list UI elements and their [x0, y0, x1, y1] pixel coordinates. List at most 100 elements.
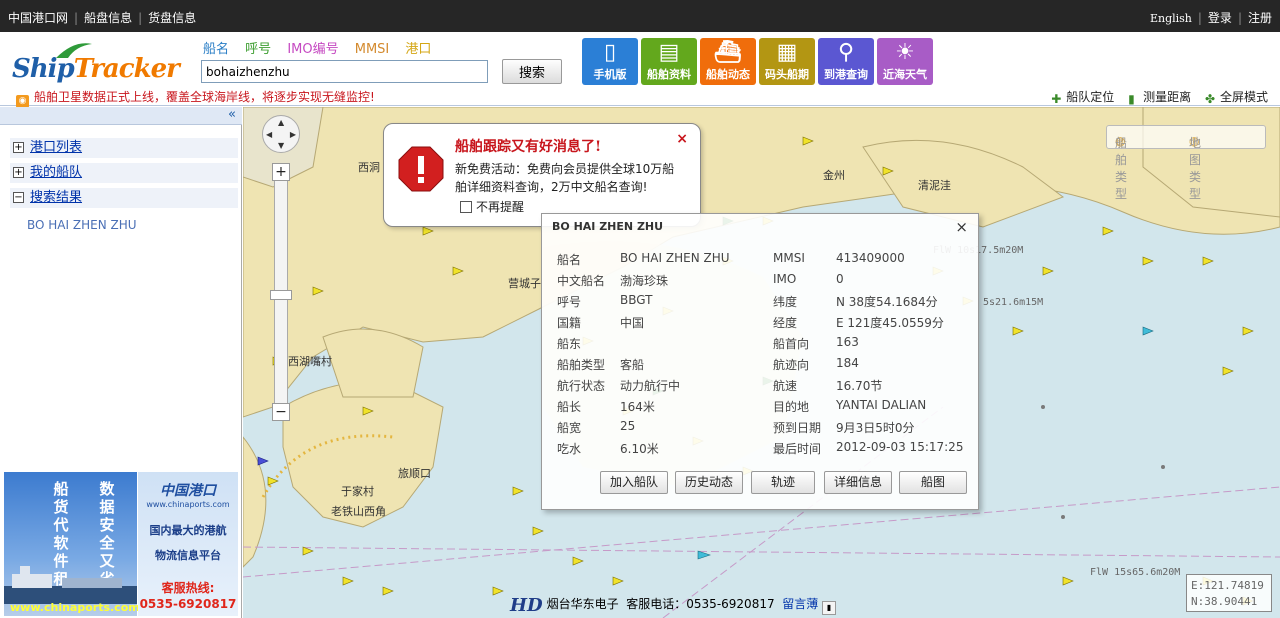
ship-field-label: 纬度	[773, 295, 798, 309]
notice-banner[interactable]: ◉ 船舶卫星数据正式上线，覆盖全球海岸线，将逐步实现无缝监控!	[16, 88, 375, 108]
logo-part1: Ship	[12, 54, 75, 84]
ship-field-label: 预到日期	[773, 421, 822, 435]
ship-field-label: 船宽	[557, 421, 582, 435]
ad-left-panel: 船货代软件租赁 数据安全又省钱 www.chinaports.com	[4, 472, 140, 616]
link-english[interactable]: English	[1150, 12, 1192, 25]
ship-info-close-icon[interactable]: ×	[955, 218, 968, 236]
zoom-control: ▲ ▼ ◀ ▶ + −	[258, 115, 304, 425]
ship-field-label: 船名	[557, 253, 582, 267]
coord-latitude: N:38.90441	[1191, 595, 1258, 608]
pan-control[interactable]: ▲ ▼ ◀ ▶	[262, 115, 300, 153]
ship-field-value: 9月3日5时0分	[836, 421, 915, 435]
ship-info-panel: BO HAI ZHEN ZHU × 船名 BO HAI ZHEN ZHU MMSI 4…	[541, 213, 979, 510]
ship-field-value: 客船	[620, 358, 645, 372]
ad-brand: 中国港口	[160, 483, 216, 499]
ship-field-value: 中国	[620, 316, 645, 330]
search-type-imo[interactable]: IMO编号	[287, 42, 338, 57]
ruler-icon: ▮	[1128, 92, 1135, 106]
tool-berth-schedule-button[interactable]: ▦ 码头船期	[759, 38, 815, 85]
search-result-item[interactable]: BO HAI ZHEN ZHU	[27, 218, 137, 232]
map-footer: HD 烟台华东电子 客服电话：0535-6920817 留言薄 ▮	[510, 595, 837, 616]
ad-site: www.chinaports.com	[146, 500, 230, 509]
popup-close-icon[interactable]: ×	[676, 131, 688, 147]
header: ShipTracker 船名 呼号 IMO编号 MMSI 港口 搜索 ▯手机版 …	[0, 32, 1280, 108]
ship-field-value: N 38度54.1684分	[836, 295, 938, 309]
search-input[interactable]	[201, 60, 488, 83]
tool-ship-dynamics-button[interactable]: ⛴ 船舶动态	[700, 38, 756, 85]
collapse-arrow-icon[interactable]: «	[228, 107, 236, 122]
search-type-callsign[interactable]: 呼号	[245, 42, 271, 57]
footer-company: 烟台华东电子	[546, 597, 619, 611]
ship-graphic-icon	[4, 566, 137, 604]
pan-up-icon[interactable]: ▲	[278, 118, 284, 127]
map-label: 营城子	[508, 277, 541, 290]
tool-mobile-button[interactable]: ▯ 手机版	[582, 38, 638, 85]
ship-field-label: 船首向	[773, 337, 810, 351]
puzzle-icon: ✤	[1204, 92, 1216, 106]
popup-body: 新免费活动：免费向会员提供全球10万船舶详细资料查询，2万中文船名查询!	[455, 162, 675, 194]
ad-line-2: 物流信息平台	[155, 549, 221, 562]
details-button[interactable]: 详细信息	[824, 471, 892, 494]
pan-down-icon[interactable]: ▼	[278, 141, 284, 150]
ship-icon: ⛴	[714, 40, 742, 65]
tree-item-port-list[interactable]: + 港口列表	[10, 138, 238, 158]
tool-weather-button[interactable]: ☀ 近海天气	[877, 38, 933, 85]
expand-icon[interactable]: +	[13, 142, 24, 153]
search-type-mmsi[interactable]: MMSI	[355, 42, 390, 57]
stats-icon[interactable]: ▮	[822, 601, 837, 615]
ship-field-label: 中文船名	[557, 274, 606, 288]
collapse-icon[interactable]: −	[13, 192, 24, 203]
popup-title: 船舶跟踪又有好消息了!	[455, 139, 602, 155]
ship-field-value: 2012-09-03 15:17:25	[836, 440, 964, 454]
search-type-shipname[interactable]: 船名	[203, 42, 229, 57]
map-label: 清泥洼	[918, 179, 951, 192]
ship-field-value: 413409000	[836, 251, 905, 265]
ship-field-label: 经度	[773, 316, 798, 330]
ship-field-label: 船东	[557, 337, 582, 351]
ship-field-value: 6.10米	[620, 442, 659, 456]
sidebar: « + 港口列表 + 我的船队 − 搜索结果 BO HAI ZHEN ZHU 船货代软…	[0, 107, 242, 618]
search-type-port[interactable]: 港口	[405, 42, 431, 57]
ad-line-3: 客服热线:	[161, 581, 215, 595]
guestbook-link[interactable]: 留言薄	[782, 597, 818, 611]
history-button[interactable]: 历史动态	[675, 471, 743, 494]
search-button[interactable]: 搜索	[502, 59, 562, 84]
link-ship-plate[interactable]: 船盘信息	[84, 11, 132, 25]
fullscreen-link[interactable]: ✤ 全屏模式	[1204, 90, 1268, 106]
ad-banner[interactable]: 船货代软件租赁 数据安全又省钱 www.chinaports.com 中国港口 …	[4, 472, 238, 616]
magnifier-icon: ⚲	[837, 40, 855, 65]
link-login[interactable]: 登录	[1208, 11, 1232, 25]
top-left-links: 中国港口网 | 船盘信息 | 货盘信息	[8, 11, 197, 25]
link-chinaports[interactable]: 中国港口网	[8, 11, 68, 25]
company-logo-icon: HD	[510, 595, 543, 616]
dont-remind-checkbox[interactable]: 不再提醒	[460, 198, 524, 215]
ad-url: www.chinaports.com	[10, 601, 140, 614]
track-button[interactable]: 轨迹	[751, 471, 815, 494]
fleet-locate-link[interactable]: ✚ 船队定位	[1051, 90, 1114, 106]
phone-icon: ▯	[603, 40, 617, 65]
tree-item-my-fleet[interactable]: + 我的船队	[10, 163, 238, 183]
zoom-out-button[interactable]: −	[272, 403, 290, 421]
link-cargo-plate[interactable]: 货盘信息	[148, 11, 196, 25]
map-type-switcher: ◍ 船舶类型 ◍ 地图类型	[1106, 125, 1266, 201]
zoom-slider-handle[interactable]	[270, 290, 292, 300]
light-label: 5s21.6m15M	[983, 297, 1044, 308]
link-register[interactable]: 注册	[1248, 11, 1272, 25]
light-label: FlW 15s65.6m20M	[1090, 567, 1181, 578]
measure-distance-link[interactable]: ▮ 测量距离	[1128, 90, 1191, 106]
tool-ship-data-button[interactable]: ▤ 船舶资料	[641, 38, 697, 85]
tree-item-search-results[interactable]: − 搜索结果	[10, 188, 238, 208]
ship-photo-button[interactable]: 船图	[899, 471, 967, 494]
expand-icon[interactable]: +	[13, 167, 24, 178]
add-to-fleet-button[interactable]: 加入船队	[600, 471, 668, 494]
ship-field-value: 0	[836, 272, 844, 286]
ship-field-label: 国籍	[557, 316, 582, 330]
pan-right-icon[interactable]: ▶	[290, 130, 296, 139]
checkbox-icon[interactable]	[460, 201, 472, 213]
zoom-in-button[interactable]: +	[272, 163, 290, 181]
pan-left-icon[interactable]: ◀	[266, 130, 272, 139]
tool-arrival-query-button[interactable]: ⚲ 到港查询	[818, 38, 874, 85]
ship-field-value: BO HAI ZHEN ZHU	[620, 251, 730, 265]
shiptracker-logo[interactable]: ShipTracker	[12, 40, 194, 90]
sidebar-collapse-bar: «	[0, 107, 242, 125]
